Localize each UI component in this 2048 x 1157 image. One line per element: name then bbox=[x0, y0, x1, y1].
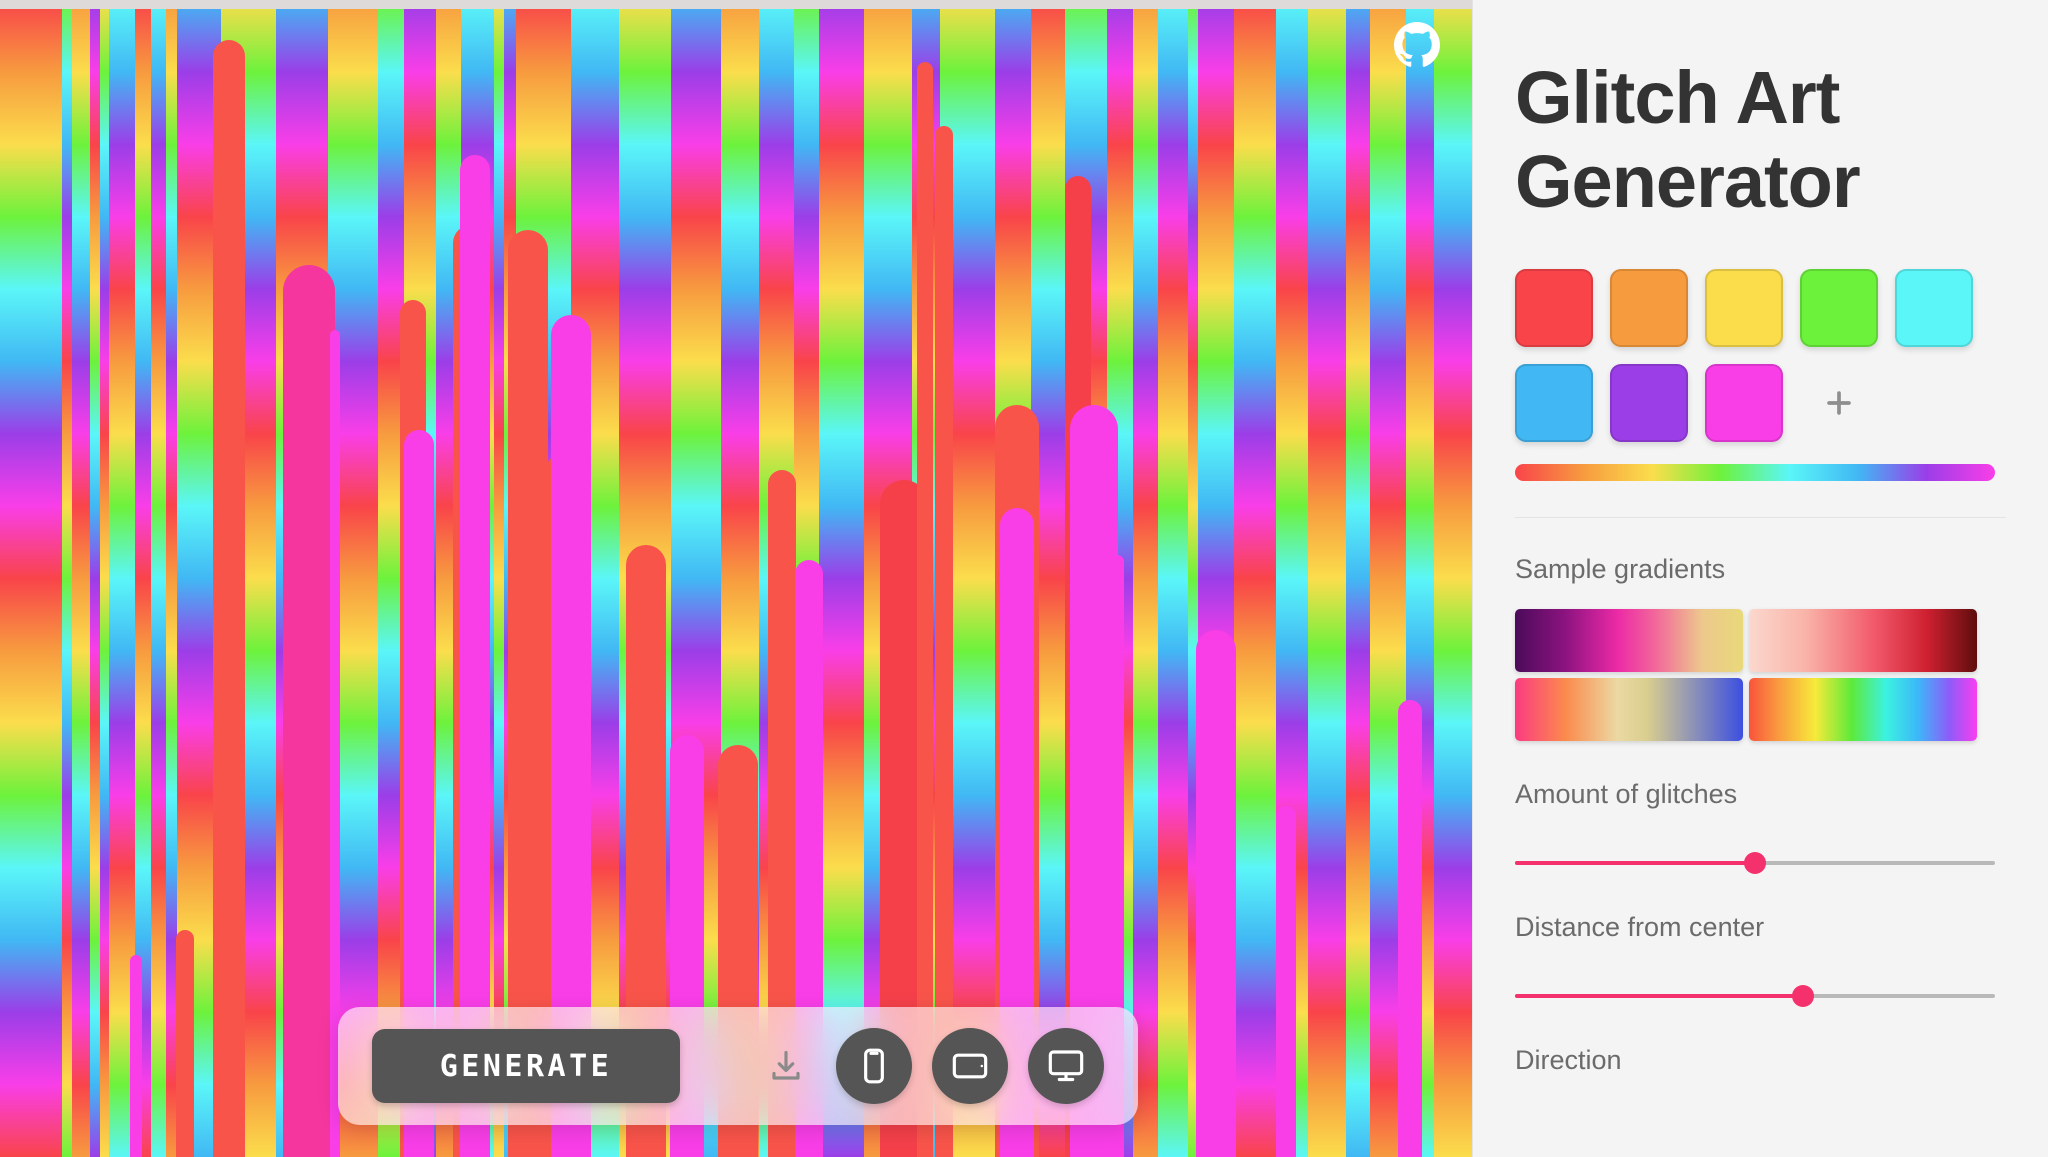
color-swatch-purple[interactable] bbox=[1610, 363, 1688, 442]
color-swatch-orange[interactable] bbox=[1610, 268, 1688, 347]
color-swatch-yellow[interactable] bbox=[1705, 268, 1783, 347]
sample-gradients-grid bbox=[1515, 608, 1977, 741]
art-stripe bbox=[494, 0, 504, 1157]
art-glitch-bar bbox=[176, 930, 194, 1157]
generate-button[interactable]: GENERATE bbox=[372, 1029, 680, 1103]
art-stripe bbox=[1133, 0, 1158, 1157]
color-swatch-magenta[interactable] bbox=[1705, 363, 1783, 442]
direction-label: Direction bbox=[1515, 1044, 1622, 1075]
panel-divider bbox=[1515, 516, 2006, 518]
amount-of-glitches-label: Amount of glitches bbox=[1515, 778, 1738, 809]
art-stripe bbox=[1158, 0, 1188, 1157]
slider-thumb[interactable] bbox=[1792, 984, 1814, 1007]
sample-gradient-blush-crimson-maroon[interactable] bbox=[1749, 608, 1977, 672]
distance-from-center-slider[interactable] bbox=[1515, 984, 1995, 1007]
slider-fill bbox=[1515, 860, 1755, 865]
bottom-toolbar: GENERATE bbox=[338, 1007, 1138, 1125]
add-color-button[interactable] bbox=[1800, 364, 1878, 442]
slider-fill bbox=[1515, 993, 1803, 998]
art-stripe bbox=[151, 0, 166, 1157]
art-stripe bbox=[0, 0, 62, 1157]
slider-thumb[interactable] bbox=[1744, 851, 1766, 874]
phone-icon[interactable] bbox=[836, 1028, 912, 1104]
download-icon[interactable] bbox=[764, 1044, 808, 1088]
palette-section: Glitch Art Generator bbox=[1473, 0, 2048, 518]
toolbar-actions bbox=[764, 1028, 1104, 1104]
color-swatch-red[interactable] bbox=[1515, 268, 1593, 347]
page-title: Glitch Art Generator bbox=[1515, 56, 1861, 224]
sample-gradients-label: Sample gradients bbox=[1515, 553, 1726, 584]
tablet-icon[interactable] bbox=[932, 1028, 1008, 1104]
art-stripe bbox=[819, 0, 864, 1157]
art-glitch-bar bbox=[1398, 700, 1422, 1157]
art-stripe bbox=[90, 0, 100, 1157]
art-stripe bbox=[100, 0, 109, 1157]
art-stripe bbox=[1308, 0, 1346, 1157]
glitch-art-app: GENERATE Glitch Art Generator Sample gra… bbox=[0, 0, 2048, 1157]
controls-panel: Glitch Art Generator Sample gradients Am… bbox=[1472, 0, 2048, 1157]
art-stripe bbox=[1434, 0, 1472, 1157]
sample-gradient-rainbow[interactable] bbox=[1749, 677, 1977, 741]
color-swatch-green[interactable] bbox=[1800, 268, 1878, 347]
desktop-icon[interactable] bbox=[1028, 1028, 1104, 1104]
art-stripe bbox=[72, 0, 90, 1157]
art-glitch-bar bbox=[130, 955, 142, 1157]
color-swatch-cyan[interactable] bbox=[1895, 268, 1973, 347]
sample-gradient-purple-magenta-sand[interactable] bbox=[1515, 608, 1743, 672]
color-swatch-sky-blue[interactable] bbox=[1515, 363, 1593, 442]
art-glitch-bar bbox=[283, 265, 335, 1157]
art-stripe bbox=[1234, 0, 1276, 1157]
art-glitch-bar bbox=[935, 126, 953, 1157]
amount-of-glitches-slider[interactable] bbox=[1515, 851, 1995, 874]
gradient-preview-bar[interactable] bbox=[1515, 463, 1995, 481]
art-glitch-bar bbox=[213, 40, 245, 1157]
art-stripe bbox=[1346, 0, 1370, 1157]
canvas-top-strip bbox=[0, 0, 1472, 9]
art-canvas[interactable]: GENERATE bbox=[0, 0, 1472, 1157]
github-icon[interactable] bbox=[1394, 22, 1440, 68]
art-glitch-bar bbox=[1276, 806, 1296, 1157]
art-glitch-bar bbox=[1196, 630, 1236, 1157]
settings-section: Sample gradients Amount of glitches Dist… bbox=[1473, 554, 2048, 1076]
art-glitch-bar bbox=[917, 62, 933, 1157]
glitch-artwork bbox=[0, 0, 1472, 1157]
sample-gradient-pink-orange-sand-blue[interactable] bbox=[1515, 677, 1743, 741]
color-swatch-grid bbox=[1515, 268, 1995, 442]
art-stripe bbox=[62, 0, 72, 1157]
distance-from-center-label: Distance from center bbox=[1515, 911, 1765, 942]
